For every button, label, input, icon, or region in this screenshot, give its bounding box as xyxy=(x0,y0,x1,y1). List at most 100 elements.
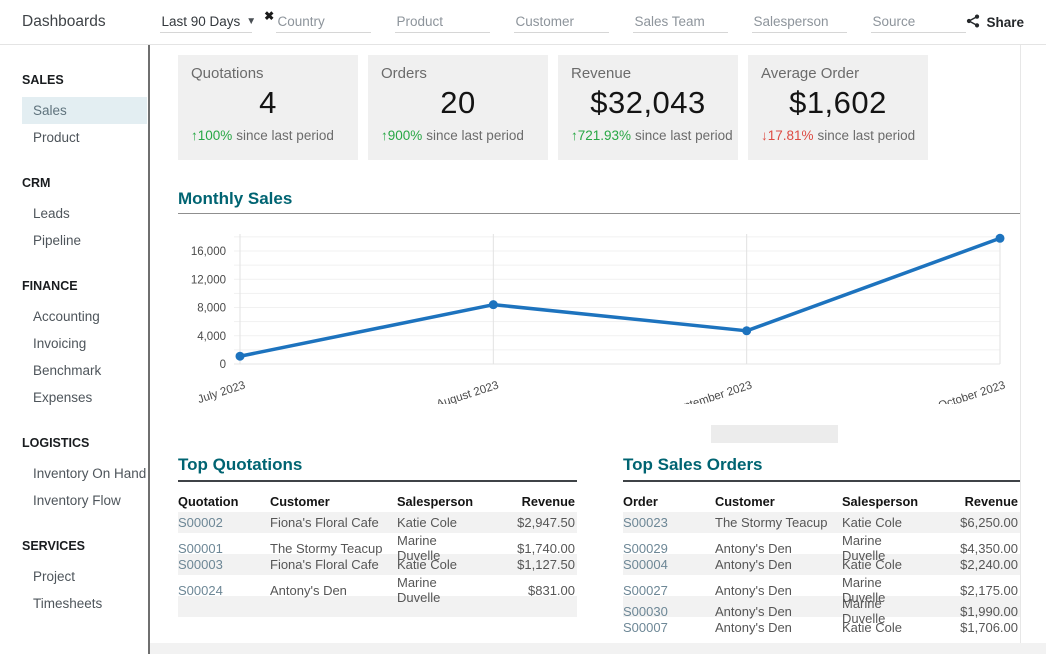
chart-title: Monthly Sales xyxy=(178,189,292,208)
share-icon xyxy=(966,14,980,31)
top-sales-orders-title: Top Sales Orders xyxy=(623,455,763,474)
sidebar-section-services: SERVICESProjectTimesheets xyxy=(22,539,148,617)
kpi-delta: ↓17.81%since last period xyxy=(761,128,915,143)
filter-customer[interactable]: Customer xyxy=(514,12,609,33)
kpi-value: 20 xyxy=(381,85,535,121)
sidebar-item-project[interactable]: Project xyxy=(22,563,147,590)
sidebar-item-product[interactable]: Product xyxy=(22,124,147,151)
sidebar-item-timesheets[interactable]: Timesheets xyxy=(22,590,147,617)
sidebar-section-crm: CRM LeadsPipeline xyxy=(22,176,148,254)
sidebar-item-invoicing[interactable]: Invoicing xyxy=(22,330,147,357)
table-row: S00003Fiona's Floral CafeKatie Cole$1,12… xyxy=(178,554,577,575)
record-link[interactable]: S00027 xyxy=(623,583,715,598)
filter-source[interactable]: Source xyxy=(871,12,966,33)
data-point-september-2023[interactable] xyxy=(742,326,751,335)
revenue-cell: $4,350.00 xyxy=(925,541,1020,556)
y-tick-label: 0 xyxy=(220,359,226,371)
revenue-cell: $1,740.00 xyxy=(482,541,577,556)
chart-scrollbar[interactable] xyxy=(711,425,838,443)
table-row: S00002Fiona's Floral CafeKatie Cole$2,94… xyxy=(178,512,577,533)
x-tick-label: September 2023 xyxy=(669,379,754,404)
filter-label: Product xyxy=(396,14,443,29)
filter-salesperson[interactable]: Salesperson xyxy=(752,12,847,33)
kpi-value: $1,602 xyxy=(761,85,915,121)
record-link[interactable]: S00007 xyxy=(623,620,715,635)
kpi-delta-suffix: since last period xyxy=(818,128,916,143)
kpi-card-orders[interactable]: Orders20↑900%since last period xyxy=(368,55,548,160)
share-button[interactable]: Share xyxy=(966,14,1024,31)
data-point-july-2023[interactable] xyxy=(236,352,245,361)
sidebar-item-leads[interactable]: Leads xyxy=(22,200,147,227)
filter-last-90-days[interactable]: Last 90 Days▼✖ xyxy=(160,12,252,33)
sidebar-item-inventory-flow[interactable]: Inventory Flow xyxy=(22,487,147,514)
kpi-label: Revenue xyxy=(571,65,725,82)
sidebar-item-inventory-on-hand[interactable]: Inventory On Hand xyxy=(22,460,147,487)
kpi-delta-suffix: since last period xyxy=(635,128,733,143)
record-link[interactable]: S00004 xyxy=(623,557,715,572)
filter-product[interactable]: Product xyxy=(395,12,490,33)
content-right-divider xyxy=(1020,45,1021,643)
filter-label: Last 90 Days xyxy=(161,14,240,29)
sidebar-section-sales: SALES SalesProduct xyxy=(22,73,148,151)
sidebar-section-title: CRM xyxy=(22,176,148,190)
col-header: Order xyxy=(623,494,715,509)
kpi-delta: ↑721.93%since last period xyxy=(571,128,725,143)
salesperson-cell: Katie Cole xyxy=(842,620,925,635)
sidebar-section-title: LOGISTICS xyxy=(22,436,148,450)
record-link[interactable]: S00024 xyxy=(178,583,270,598)
sales-line xyxy=(240,238,1000,356)
kpi-delta-suffix: since last period xyxy=(426,128,524,143)
y-tick-label: 12,000 xyxy=(191,274,226,286)
clear-filter-icon[interactable]: ✖ xyxy=(264,9,274,23)
salesperson-cell: Katie Cole xyxy=(842,557,925,572)
sidebar-item-accounting[interactable]: Accounting xyxy=(22,303,147,330)
data-point-august-2023[interactable] xyxy=(489,300,498,309)
filter-country[interactable]: Country xyxy=(276,12,371,33)
revenue-cell: $2,240.00 xyxy=(925,557,1020,572)
monthly-sales-chart[interactable]: 04,0008,00012,00016,000July 2023August 2… xyxy=(178,226,1020,404)
kpi-label: Quotations xyxy=(191,65,345,82)
record-link[interactable]: S00030 xyxy=(623,604,715,619)
table-row: S00004Antony's DenKatie Cole$2,240.00 xyxy=(623,554,1020,575)
kpi-card-revenue[interactable]: Revenue$32,043↑721.93%since last period xyxy=(558,55,738,160)
top-sales-orders-table: OrderCustomerSalespersonRevenueS00023The… xyxy=(623,490,1020,638)
table-row: S00027Antony's DenMarine Duvelle$2,175.0… xyxy=(623,575,1020,596)
kpi-card-quotations[interactable]: Quotations4↑100%since last period xyxy=(178,55,358,160)
chevron-down-icon[interactable]: ▼ xyxy=(246,16,256,27)
record-link[interactable]: S00029 xyxy=(623,541,715,556)
kpi-delta: ↑900%since last period xyxy=(381,128,535,143)
salesperson-cell: Marine Duvelle xyxy=(397,575,482,605)
x-tick-label: July 2023 xyxy=(196,379,247,404)
kpi-delta-percent: 900% xyxy=(388,128,423,143)
data-point-october-2023[interactable] xyxy=(996,234,1005,243)
record-link[interactable]: S00002 xyxy=(178,515,270,530)
col-header: Revenue xyxy=(482,494,577,509)
revenue-cell: $2,175.00 xyxy=(925,583,1020,598)
kpi-card-average-order[interactable]: Average Order$1,602↓17.81%since last per… xyxy=(748,55,928,160)
sidebar-item-benchmark[interactable]: Benchmark xyxy=(22,357,147,384)
kpi-delta: ↑100%since last period xyxy=(191,128,345,143)
record-link[interactable]: S00023 xyxy=(623,515,715,530)
sidebar-item-sales[interactable]: Sales xyxy=(22,97,147,124)
table-row: S00001The Stormy TeacupMarine Duvelle$1,… xyxy=(178,533,577,554)
top-sales-orders-title-wrap: Top Sales Orders xyxy=(623,455,1020,482)
filter-sales-team[interactable]: Sales Team xyxy=(633,12,728,33)
record-link[interactable]: S00001 xyxy=(178,541,270,556)
main-content: Quotations4↑100%since last periodOrders2… xyxy=(150,45,1046,654)
sidebar-item-pipeline[interactable]: Pipeline xyxy=(22,227,147,254)
table-row: S00007Antony's DenKatie Cole$1,706.00 xyxy=(623,617,1020,638)
y-tick-label: 8,000 xyxy=(197,303,226,315)
revenue-cell: $1,990.00 xyxy=(925,604,1020,619)
filter-label: Source xyxy=(872,14,915,29)
customer-cell: Antony's Den xyxy=(715,583,842,598)
sidebar-section-title: FINANCE xyxy=(22,279,148,293)
sidebar-item-expenses[interactable]: Expenses xyxy=(22,384,147,411)
top-quotations-table: QuotationCustomerSalespersonRevenueS0000… xyxy=(178,490,577,617)
kpi-cards-row: Quotations4↑100%since last periodOrders2… xyxy=(178,55,1046,160)
y-tick-label: 16,000 xyxy=(191,246,226,258)
kpi-delta-suffix: since last period xyxy=(236,128,334,143)
x-tick-label: August 2023 xyxy=(435,379,500,404)
record-link[interactable]: S00003 xyxy=(178,557,270,572)
table-row: S00029Antony's DenMarine Duvelle$4,350.0… xyxy=(623,533,1020,554)
sidebar-section-title: SALES xyxy=(22,73,148,87)
